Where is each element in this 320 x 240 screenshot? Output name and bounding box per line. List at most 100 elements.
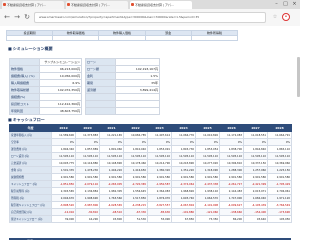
back-arrow-icon[interactable]: ← xyxy=(2,12,12,22)
simulation-row: 物件価格 96,213,000円 ローン額 102,193,167円 xyxy=(9,65,160,73)
cashflow-cell: 11,595,110 xyxy=(99,152,124,160)
cashflow-cell: 2,364,083 xyxy=(147,187,172,195)
summary-value-cell xyxy=(5,35,54,41)
extension-icon[interactable]: • xyxy=(282,13,290,21)
cashflow-cell: 93,640 xyxy=(243,215,268,223)
cashflow-row-label: 空室率 xyxy=(9,138,52,146)
browser-tab[interactable]: 不動産投資収支計算 | アパ... xyxy=(2,1,64,9)
cashflow-cell: 2,136,884 xyxy=(75,187,100,195)
simulation-row: 購入時諸経費 6.9% 期間 35年 xyxy=(9,79,160,87)
cashflow-cell: 2,901,580 xyxy=(123,173,148,181)
cashflow-cell: 0% xyxy=(171,138,196,146)
browser-tab[interactable]: 不動産投資収支計算 | アパ... xyxy=(66,1,128,9)
cashflow-cell: -4,009,627 xyxy=(219,201,244,209)
cashflow-row: 累計キャッシュフロー (円) 39,000 44,290 45,800 51,530 55… xyxy=(9,215,292,223)
simulation-value xyxy=(115,107,160,115)
simulation-value xyxy=(115,93,160,101)
cashflow-cell: 55,990 xyxy=(147,215,172,223)
cashflow-cell: 0% xyxy=(51,138,76,146)
address-bar[interactable]: www.smartosaki.com/simulation/?property=… xyxy=(34,12,266,23)
cashflow-cell: 1,225,150 xyxy=(267,166,292,174)
cashflow-row-label: 税引前所得 (円) xyxy=(9,187,52,195)
simulation-label: 返済額 xyxy=(85,86,116,94)
cashflow-table: 年度 2019 2020 2021 2022 2023 2024 2025 2026 2027 20… xyxy=(9,124,292,223)
forward-arrow-icon[interactable]: → xyxy=(12,12,22,22)
cashflow-cell: 1,478,230 xyxy=(75,166,100,174)
minimize-icon[interactable]: – xyxy=(272,0,281,9)
cashflow-row-label: ローン返済 (円) xyxy=(9,152,52,160)
cashflow-cell: -48,510 xyxy=(99,208,124,216)
cashflow-row-label: 累計キャッシュフロー (円) xyxy=(9,215,52,223)
reload-icon[interactable]: ↻ xyxy=(22,12,32,22)
summary-value-cell xyxy=(190,35,239,41)
simulation-label xyxy=(9,58,40,66)
bookmark-icon[interactable]: ☆ xyxy=(271,13,279,21)
cashflow-cell: 1,763,560 xyxy=(99,194,124,202)
cashflow-cell: 11,066,776 xyxy=(171,131,196,139)
cashflow-cell: -4,105,439 xyxy=(243,201,268,209)
cashflow-cell: 2,901,580 xyxy=(99,173,124,181)
cashflow-cell: 11,595,110 xyxy=(75,152,100,160)
cashflow-header-row: 年度 2019 2020 2021 2022 2023 2024 2025 2026 2027 20… xyxy=(9,124,292,132)
cashflow-cell: -3,766,549 xyxy=(267,201,292,209)
simulation-label: 金利 xyxy=(85,72,116,80)
cashflow-cell: 2,015,971 xyxy=(243,187,268,195)
cashflow-cell: 0% xyxy=(195,138,220,146)
cashflow-cell: -1,950,587 xyxy=(147,180,172,188)
cashflow-cell: -1,851,850 xyxy=(51,180,76,188)
cashflow-cell: 1,416,650 xyxy=(123,166,148,174)
cashflow-cell: 10,337,150 xyxy=(243,159,268,167)
cashflow-cell: 1,891,060 xyxy=(99,145,124,153)
close-icon[interactable]: × xyxy=(290,0,299,9)
cashflow-cell: 2,901,580 xyxy=(147,173,172,181)
simulation-row: 年間利回 48,603,750円 xyxy=(9,107,160,115)
cashflow-cell: 1,501,335 xyxy=(51,166,76,174)
cashflow-cell: -3,987,806 xyxy=(75,201,100,209)
cashflow-cell: 11,589,600 xyxy=(51,131,76,139)
cashflow-cell: 10,178,460 xyxy=(123,159,148,167)
simulation-label: 年間利回 xyxy=(9,107,40,115)
simulation-label: ローン額 xyxy=(85,65,116,73)
cashflow-year-header: 2028 xyxy=(267,124,292,132)
cashflow-cell: 1,846,340 xyxy=(51,145,76,153)
cashflow-cell: 1,865,110 xyxy=(267,145,292,153)
cashflow-cell: 11,664,791 xyxy=(267,131,292,139)
summary-value-cell xyxy=(52,35,100,41)
cashflow-cell: 10,116,880 xyxy=(75,159,100,167)
cashflow-cell: 11,018,551 xyxy=(243,131,268,139)
simulation-value: サンプルシミュレーション xyxy=(39,58,82,66)
simulation-label: 物件取得総額 xyxy=(9,86,40,94)
maximize-icon[interactable]: □ xyxy=(281,0,290,9)
browser-tab-active[interactable]: 不動産投資収支計算 | アパ... xyxy=(130,1,192,9)
cashflow-cell: 0% xyxy=(75,138,100,146)
cashflow-cell: 10,214,790 xyxy=(147,159,172,167)
cashflow-cell: 1,845,730 xyxy=(171,145,196,153)
cashflow-year-header: 2021 xyxy=(99,124,124,132)
tab-bar: 不動産投資収支計算 | アパ... 不動産投資収支計算 | アパ... 不動産投… xyxy=(0,0,300,9)
simulation-label: 諸経費(購入) (%) xyxy=(9,72,40,80)
cashflow-cell: 11,595,110 xyxy=(243,152,268,160)
cashflow-row: 税引後キャッシュフロー (円) -3,898,520 -3,987,806 -4,02… xyxy=(9,201,292,209)
cashflow-cell: -30,810 xyxy=(75,208,100,216)
cashflow-cell: 1,810,040 xyxy=(123,145,148,153)
simulation-label: 購入時諸経費 xyxy=(9,79,40,87)
cashflow-cell: 1,853,091 xyxy=(147,145,172,153)
cashflow-cell: 10,277,020 xyxy=(195,159,220,167)
cashflow-cell: -3,827,557 xyxy=(147,201,172,209)
cashflow-cell: 39,000 xyxy=(51,215,76,223)
simulation-value: 3,899,414円 xyxy=(115,86,160,94)
cashflow-cell: 11,595,110 xyxy=(195,152,220,160)
cashflow-cell: 2,706,961 xyxy=(267,187,292,195)
cashflow-year-header: 2022 xyxy=(123,124,148,132)
scrollbar-thumb[interactable] xyxy=(297,57,300,97)
cashflow-cell: 11,010,826 xyxy=(195,131,220,139)
cashflow-cell: -85,630 xyxy=(147,208,172,216)
cashflow-cell: 11,595,110 xyxy=(219,152,244,160)
cashflow-cell: 1,556,645 xyxy=(123,187,148,195)
simulation-value: 10,056,000円 xyxy=(39,72,82,80)
cashflow-cell: 0% xyxy=(267,138,292,146)
cashflow-cell: 1,853,054 xyxy=(195,145,220,153)
simulation-label: ローン xyxy=(85,58,116,66)
cashflow-cell: 0% xyxy=(219,138,244,146)
browser-chrome: 不動産投資収支計算 | アパ... 不動産投資収支計算 | アパ... 不動産投… xyxy=(0,0,300,26)
